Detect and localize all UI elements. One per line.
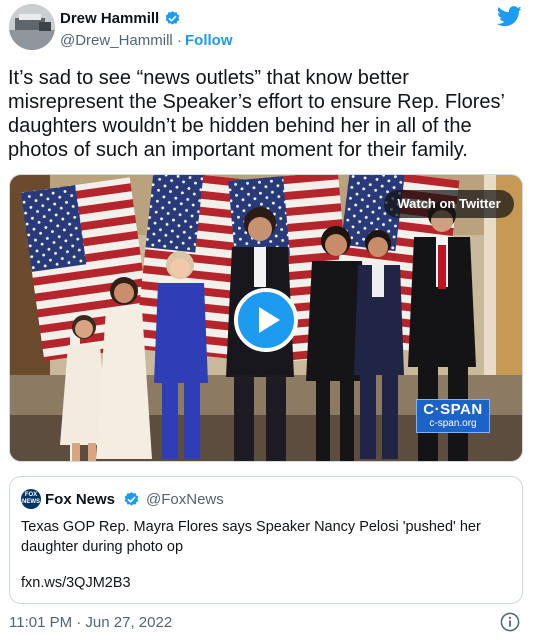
fox-news-avatar[interactable]: FOX NEWS [21,489,41,509]
author-name[interactable]: Drew Hammill [60,10,159,27]
author-avatar[interactable] [9,4,55,50]
info-icon[interactable] [500,612,520,632]
watch-on-twitter-button[interactable]: Watch on Twitter [384,190,514,218]
tweet-timestamp[interactable]: 11:01 PM · Jun 27, 2022 [9,614,172,631]
tweet-text-line: It’s sad to see “news outlets” that know… [8,67,409,89]
twitter-bird-icon[interactable] [497,6,522,27]
video-player[interactable]: Watch on Twitter C·SPAN c-span.org [9,174,523,462]
tweet-text-line: photos of such an important moment for t… [8,139,468,161]
cspan-watermark-title: C·SPAN [423,401,483,418]
quoted-author-name[interactable]: Fox News [45,491,115,508]
handle-separator: · [177,32,182,49]
quoted-tweet-link[interactable]: fxn.ws/3QJM2B3 [21,575,131,591]
quoted-tweet-text-line: Texas GOP Rep. Mayra Flores says Speaker… [21,519,481,535]
verified-badge-icon [165,11,180,25]
cspan-watermark-url: c-span.org [429,418,477,429]
quoted-author-handle[interactable]: @FoxNews [146,491,224,508]
quoted-tweet-text: Texas GOP Rep. Mayra Flores says Speaker… [21,517,511,557]
tweet-text-line: daughters wouldn’t be hidden behind her … [8,115,472,137]
tweet-text-line: misrepresent the Speaker’s effort to ens… [8,91,505,113]
tweet-text: It’s sad to see “news outlets” that know… [8,66,528,162]
follow-link[interactable]: Follow [185,32,233,49]
play-icon [259,307,280,333]
tweet-header: Drew Hammill @Drew_Hammill · Follow [0,0,533,60]
quoted-tweet-card[interactable]: FOX NEWS Fox News @FoxNews Texas GOP Rep… [9,476,523,604]
cspan-watermark: C·SPAN c-span.org [416,399,490,433]
author-handle[interactable]: @Drew_Hammill [60,32,173,49]
verified-badge-icon [124,492,139,506]
play-button[interactable] [234,288,298,352]
quoted-tweet-text-line: daughter during photo op [21,539,184,555]
fox-news-avatar-text: FOX NEWS [22,492,40,505]
